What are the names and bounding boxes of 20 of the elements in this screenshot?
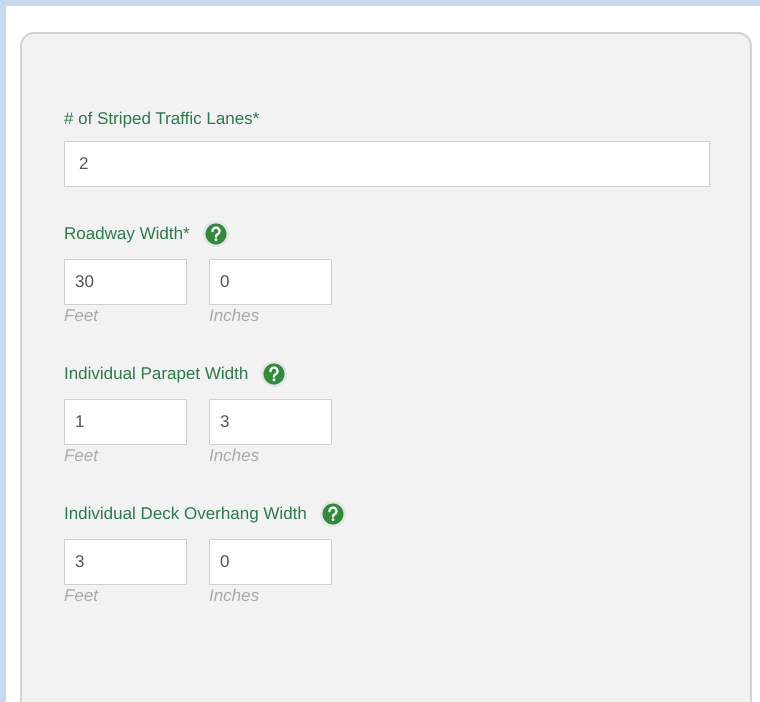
help-icon[interactable] [318, 500, 347, 528]
help-icon[interactable] [202, 220, 230, 248]
input-field[interactable]: 0 [209, 259, 332, 305]
field-label: # of Striped Traffic Lanes* [64, 108, 260, 130]
input-field[interactable]: 1 [64, 399, 187, 445]
unit-label: Inches [209, 585, 260, 607]
field-label: Individual Parapet Width [64, 363, 248, 386]
input-field[interactable]: 3 [209, 399, 332, 445]
input-field[interactable]: 3 [64, 539, 187, 585]
input-field[interactable]: 0 [209, 539, 332, 585]
unit-label: Inches [209, 305, 260, 327]
field-label: Individual Deck Overhang Width [64, 503, 307, 526]
unit-label: Feet [64, 445, 100, 467]
input-field[interactable]: 2 [64, 141, 710, 187]
input-field[interactable]: 30 [64, 259, 187, 305]
unit-label: Feet [64, 305, 100, 327]
help-icon[interactable] [260, 360, 288, 388]
unit-label: Feet [64, 585, 100, 607]
field-label: Roadway Width* [64, 223, 190, 246]
unit-label: Inches [209, 445, 260, 467]
